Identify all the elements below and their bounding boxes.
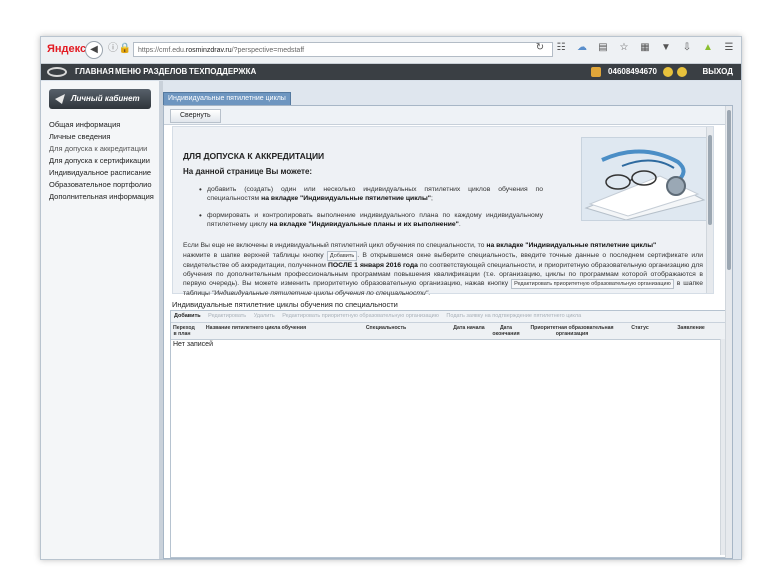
panel-scrollbar[interactable] bbox=[725, 106, 732, 558]
column-header-end[interactable]: Дата окончания bbox=[491, 325, 521, 337]
cloud-icon[interactable]: ☁ bbox=[576, 42, 588, 53]
panel-toolbar: Свернуть bbox=[164, 106, 732, 125]
sidebar: Личный кабинет Общая информация Личные с… bbox=[41, 81, 159, 559]
info-block: ДЛЯ ДОПУСКА К АККРЕДИТАЦИИ На данной стр… bbox=[172, 126, 714, 297]
column-header-specialty[interactable]: Специальность bbox=[331, 325, 441, 331]
para3-italic: "Индивидуальные пятилетние циклы обучени… bbox=[211, 290, 429, 297]
sidebar-item-accreditation[interactable]: Для допуска к аккредитации bbox=[49, 143, 154, 155]
grid-toolbar: Добавить Редактировать Удалить Редактиро… bbox=[171, 311, 727, 323]
personal-cabinet-title: Личный кабинет bbox=[71, 94, 140, 103]
collapse-button[interactable]: Свернуть bbox=[170, 109, 221, 123]
download-icon[interactable]: ⇩ bbox=[681, 42, 693, 53]
grid-edit-button[interactable]: Редактировать bbox=[208, 313, 246, 319]
column-header-organization[interactable]: Приоритетная образовательная организация bbox=[527, 325, 617, 337]
reader-icon[interactable]: ▦ bbox=[639, 42, 651, 53]
column-header-start[interactable]: Дата начала bbox=[449, 325, 489, 331]
personal-cabinet-header[interactable]: Личный кабинет bbox=[49, 89, 151, 109]
zoom-out-icon[interactable] bbox=[677, 67, 687, 77]
zoom-in-icon[interactable] bbox=[663, 67, 673, 77]
user-icon bbox=[591, 67, 601, 77]
lock-icon: 🔒 bbox=[118, 43, 132, 54]
stethoscope-illustration bbox=[584, 149, 706, 220]
nav-home[interactable]: ГЛАВНАЯ bbox=[75, 64, 114, 80]
info-paragraph-2: нажмите в шапке верхней таблицы кнопку Д… bbox=[183, 251, 703, 298]
para1-text: Если Вы еще не включены в индивидуальный… bbox=[183, 242, 485, 249]
logo-icon[interactable] bbox=[47, 67, 67, 77]
app-header: ГЛАВНАЯ МЕНЮ РАЗДЕЛОВ ТЕХПОДДЕРЖКА 04608… bbox=[41, 64, 741, 80]
para2-bold: ПОСЛЕ 1 января 2016 года bbox=[327, 262, 418, 269]
grid-title: Индивидуальные пятилетние циклы обучения… bbox=[172, 300, 398, 309]
grid-delete-button[interactable]: Удалить bbox=[254, 313, 275, 319]
reload-icon[interactable]: ↻ bbox=[534, 42, 546, 53]
browser-toolbar: Яндекс ◀ ⓘ 🔒 https://cmf.edu.rosminzdrav… bbox=[41, 37, 741, 64]
inline-add-button[interactable]: Добавить bbox=[326, 251, 358, 261]
column-header-status[interactable]: Статус bbox=[625, 325, 655, 331]
sidebar-item-portfolio[interactable]: Образовательное портфолио bbox=[49, 179, 154, 191]
user-id[interactable]: 04608494670 bbox=[608, 64, 657, 80]
column-header-name[interactable]: Название пятилетнего цикла обучения bbox=[201, 325, 311, 331]
bullet-icon: • bbox=[199, 211, 202, 220]
grid-edit-org-button[interactable]: Редактировать приоритетную образовательн… bbox=[282, 313, 439, 319]
info-bullet-1: добавить (создать) один или несколько ин… bbox=[207, 185, 543, 203]
content-panel: Свернуть ДЛЯ ДОПУСКА К АККРЕДИТАЦИИ На д… bbox=[163, 105, 733, 559]
bullet1-end: ; bbox=[431, 195, 433, 202]
sidebar-item-personal[interactable]: Личные сведения bbox=[49, 131, 154, 143]
sidebar-item-general[interactable]: Общая информация bbox=[49, 119, 154, 131]
info-bullet-2: формировать и контролировать выполнение … bbox=[207, 211, 543, 229]
column-header-application[interactable]: Заявление bbox=[671, 325, 711, 331]
back-icon[interactable]: ◀ bbox=[85, 41, 103, 59]
pocket-icon[interactable]: ▼ bbox=[660, 42, 672, 53]
panel-scrollbar-thumb[interactable] bbox=[727, 110, 731, 270]
tab-five-year-cycles[interactable]: Индивидуальные пятилетние циклы bbox=[163, 92, 291, 106]
translate-icon[interactable]: ☷ bbox=[555, 42, 567, 53]
star-icon[interactable]: ☆ bbox=[618, 42, 630, 53]
info-paragraph-1: Если Вы еще не включены в индивидуальный… bbox=[183, 241, 703, 250]
grid-add-button[interactable]: Добавить bbox=[174, 313, 201, 319]
info-scrollbar[interactable] bbox=[706, 127, 713, 293]
cycles-grid: Добавить Редактировать Удалить Редактиро… bbox=[170, 310, 728, 558]
grid-header: Переход в план Название пятилетнего цикл… bbox=[171, 323, 727, 340]
screenshot-frame: Яндекс ◀ ⓘ 🔒 https://cmf.edu.rosminzdrav… bbox=[40, 36, 742, 560]
nav-sections-menu[interactable]: МЕНЮ РАЗДЕЛОВ bbox=[115, 64, 187, 80]
sidebar-item-additional[interactable]: Дополнительная информация bbox=[49, 191, 154, 203]
tabs-icon[interactable]: ▤ bbox=[597, 42, 609, 53]
url-suffix: /?perspective=medstaff bbox=[231, 47, 305, 54]
inline-edit-org-button[interactable]: Редактировать приоритетную образовательн… bbox=[511, 279, 674, 289]
bullet2-end: . bbox=[458, 221, 461, 228]
para2-text: нажмите в шапке верхней таблицы кнопку bbox=[183, 252, 324, 259]
url-prefix: https://cmf.edu. bbox=[138, 47, 186, 54]
menu-icon[interactable]: ☰ bbox=[723, 42, 735, 53]
bullet2-bold: на вкладке "Индивидуальные планы и их вы… bbox=[269, 221, 459, 228]
sidebar-menu: Общая информация Личные сведения Для доп… bbox=[49, 119, 154, 203]
exit-link[interactable]: ВЫХОД bbox=[702, 64, 733, 80]
nav-support[interactable]: ТЕХПОДДЕРЖКА bbox=[189, 64, 256, 80]
column-header-plan[interactable]: Переход в план bbox=[173, 325, 195, 337]
main-area: Индивидуальные пятилетние циклы Свернуть… bbox=[163, 81, 741, 559]
url-domain: rosminzdrav.ru bbox=[185, 47, 232, 54]
grid-empty-message: Нет записей bbox=[173, 341, 213, 348]
address-bar[interactable]: https://cmf.edu.rosminzdrav.ru/?perspect… bbox=[133, 42, 553, 57]
bullet-icon: • bbox=[199, 185, 202, 194]
bird-icon[interactable]: ▲ bbox=[702, 42, 714, 53]
para1-bold: на вкладке "Индивидуальные пятилетние ци… bbox=[486, 242, 657, 249]
info-heading: ДЛЯ ДОПУСКА К АККРЕДИТАЦИИ bbox=[183, 151, 325, 161]
bullet1-bold: на вкладке "Индивидуальные пятилетние ци… bbox=[261, 195, 432, 202]
sidebar-item-certification[interactable]: Для допуска к сертификации bbox=[49, 155, 154, 167]
para3-end: . bbox=[428, 290, 431, 297]
browser-icons: ↻ ☷ ☁ ▤ ☆ ▦ ▼ ⇩ ▲ ☰ bbox=[534, 42, 735, 53]
sidebar-item-schedule[interactable]: Индивидуальное расписание bbox=[49, 167, 154, 179]
arrow-icon bbox=[55, 94, 65, 104]
info-scrollbar-thumb[interactable] bbox=[708, 135, 712, 225]
info-subheading: На данной странице Вы можете: bbox=[183, 167, 313, 176]
grid-submit-button[interactable]: Подать заявку на подтверждение пятилетне… bbox=[446, 313, 581, 319]
browser-brand[interactable]: Яндекс bbox=[47, 43, 86, 55]
stethoscope-image bbox=[581, 137, 707, 221]
